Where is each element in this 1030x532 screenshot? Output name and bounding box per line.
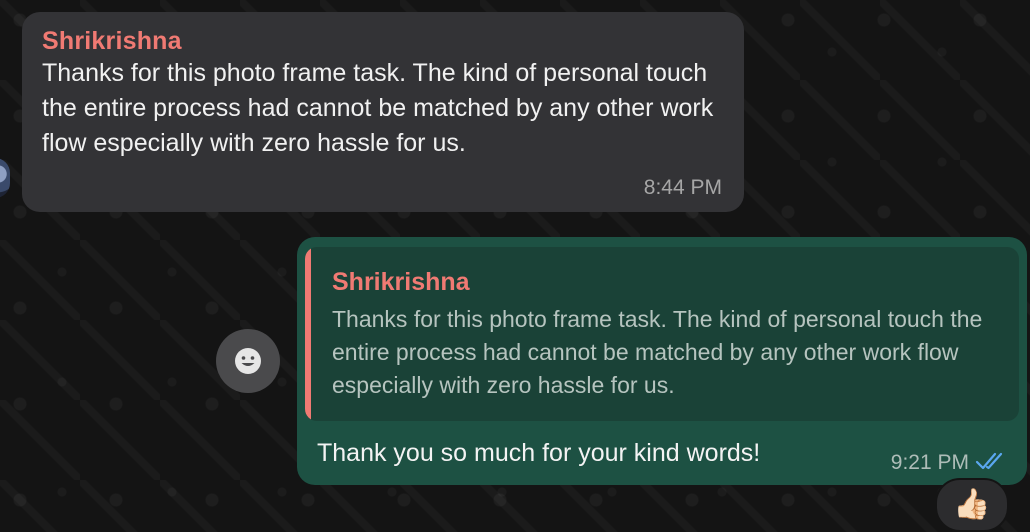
sender-avatar[interactable] (0, 158, 10, 198)
react-emoji-button[interactable] (216, 329, 280, 393)
quoted-message[interactable]: Shrikrishna Thanks for this photo frame … (305, 247, 1019, 421)
double-check-icon (975, 452, 1003, 470)
outgoing-message-bubble[interactable]: Shrikrishna Thanks for this photo frame … (297, 237, 1027, 485)
message-timestamp: 8:44 PM (643, 176, 722, 199)
quoted-sender-name: Shrikrishna (332, 268, 470, 296)
incoming-message-bubble[interactable]: Shrikrishna Thanks for this photo frame … (22, 12, 744, 212)
smiley-icon (235, 348, 261, 374)
quoted-text: Thanks for this photo frame task. The ki… (332, 306, 983, 398)
reaction-badge[interactable]: 👍🏻 (935, 478, 1009, 532)
thumbs-up-icon: 👍🏻 (953, 488, 991, 521)
message-timestamp: 9:21 PM (890, 451, 969, 474)
reply-text: Thank you so much for your kind words! (317, 439, 761, 467)
quote-accent-bar (305, 247, 311, 421)
message-text: Thanks for this photo frame task. The ki… (42, 59, 714, 157)
message-sender-name[interactable]: Shrikrishna (42, 26, 724, 56)
chat-panel: Shrikrishna Thanks for this photo frame … (0, 0, 1030, 532)
